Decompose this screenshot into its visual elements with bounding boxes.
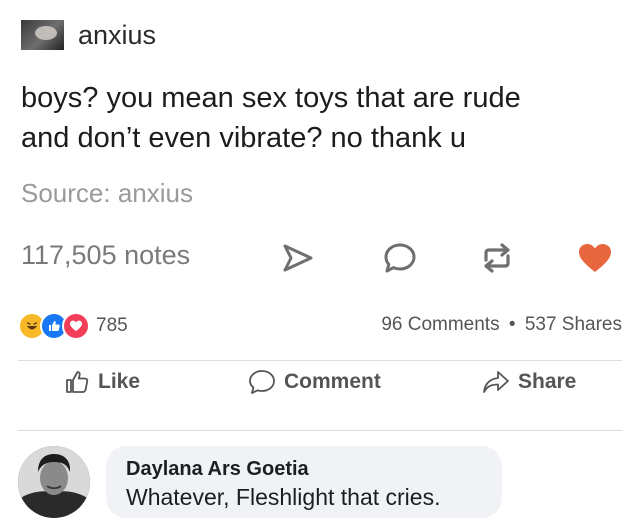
comment-bubble-icon	[249, 370, 275, 394]
stats-separator: •	[508, 314, 516, 335]
comments-count[interactable]: 96 Comments	[381, 314, 499, 335]
divider	[18, 430, 622, 431]
comment-author[interactable]: Daylana Ars Goetia	[126, 458, 309, 481]
post-header: anxius	[21, 17, 156, 53]
thumbs-up-icon	[66, 371, 89, 393]
comment-button[interactable]: Comment	[248, 362, 381, 402]
tumblr-post: anxius boys? you mean sex toys that are …	[0, 0, 640, 296]
like-button[interactable]: Like	[64, 362, 140, 402]
notes-row: 117,505 notes	[21, 236, 621, 280]
comment-label: Comment	[284, 370, 381, 393]
divider	[18, 360, 622, 361]
top-comment: Daylana Ars Goetia Whatever, Fleshlight …	[18, 444, 622, 520]
post-body-line: and don’t even vibrate? no thank u	[21, 122, 466, 154]
comments-shares: 96 Comments • 537 Shares	[381, 314, 622, 336]
share-arrow-icon[interactable]	[276, 236, 320, 280]
like-label: Like	[98, 370, 141, 393]
reply-bubble-icon[interactable]	[378, 236, 422, 280]
share-label: Share	[518, 370, 577, 393]
post-source[interactable]: Source: anxius	[21, 178, 193, 209]
action-bar: Like Comment Share	[18, 362, 622, 402]
post-body: boys? you mean sex toys that are rude an…	[21, 78, 621, 158]
love-icon	[62, 312, 90, 340]
notes-count[interactable]: 117,505 notes	[21, 240, 190, 271]
reactions-summary[interactable]: 785	[18, 312, 128, 340]
shares-count[interactable]: 537 Shares	[525, 314, 622, 335]
comment-text: Whatever, Fleshlight that cries.	[126, 484, 441, 510]
engagement-stats: 785 96 Comments • 537 Shares	[18, 310, 622, 340]
reaction-count: 785	[96, 315, 128, 336]
reblog-icon[interactable]	[475, 236, 519, 280]
share-arrow-icon	[483, 371, 509, 393]
username[interactable]: anxius	[78, 20, 156, 51]
comment-bubble: Daylana Ars Goetia Whatever, Fleshlight …	[106, 446, 502, 518]
heart-icon[interactable]	[573, 236, 617, 280]
avatar[interactable]	[21, 20, 64, 50]
post-body-line: boys? you mean sex toys that are rude	[21, 82, 521, 114]
facebook-footer: 785 96 Comments • 537 Shares Like Commen…	[0, 296, 640, 527]
avatar[interactable]	[18, 446, 90, 518]
share-button[interactable]: Share	[482, 362, 576, 402]
